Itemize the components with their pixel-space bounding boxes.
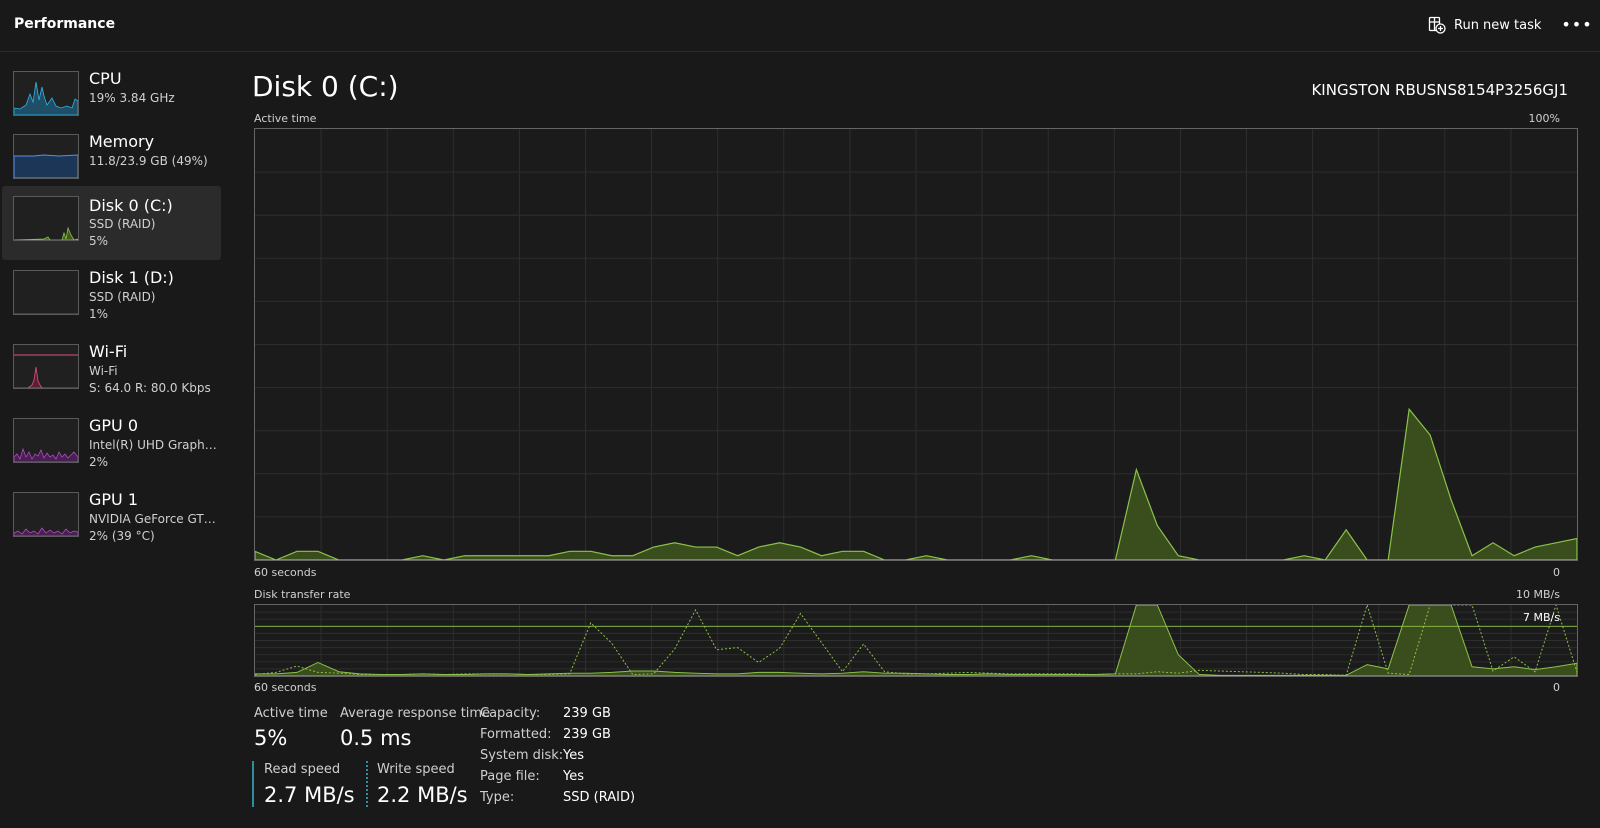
run-task-icon (1428, 16, 1446, 34)
active-time-value: 5% (254, 726, 288, 750)
sidebar-item-name: Memory (89, 132, 155, 151)
type-value: SSD (RAID) (563, 790, 636, 805)
sidebar-item-disk-1[interactable]: Disk 1 (D:) SSD (RAID) 1% (2, 265, 221, 339)
read-speed-value: 2.7 MB/s (264, 783, 355, 807)
formatted-value: 239 GB (563, 727, 611, 742)
capacity-label: Capacity: (480, 706, 541, 721)
sidebar-item-usage: 5% (89, 234, 109, 248)
average-response-value: 0.5 ms (340, 726, 412, 750)
sidebar-item-detail: Intel(R) UHD Graphics 630 (89, 438, 219, 452)
sidebar-item-detail: NVIDIA GeForce GTX 1660 Ti (89, 512, 219, 526)
capacity-value: 239 GB (563, 706, 611, 721)
formatted-label: Formatted: (480, 727, 552, 742)
write-speed-value: 2.2 MB/s (377, 783, 468, 807)
title-bar: Performance Run new task ••• (0, 0, 1600, 52)
sidebar-item-name: Disk 1 (D:) (89, 268, 174, 287)
sidebar-item-gpu-1[interactable]: GPU 1 NVIDIA GeForce GTX 1660 Ti 2% (39 … (2, 487, 221, 561)
device-model: KINGSTON RBUSNS8154P3256GJ1 (1311, 81, 1568, 99)
write-speed-label: Write speed (377, 762, 455, 777)
sidebar-item-disk-0[interactable]: Disk 0 (C:) SSD (RAID) 5% (2, 186, 221, 260)
sidebar-item-name: Wi-Fi (89, 342, 128, 361)
active-time-label: Active time (254, 706, 328, 721)
sidebar-item-usage: 2% (89, 455, 109, 469)
sidebar-item-detail: Wi-Fi (89, 364, 118, 378)
gpu-1-thumbnail-graph (13, 492, 79, 537)
system-disk-value: Yes (563, 748, 584, 763)
sidebar-item-name: CPU (89, 69, 122, 88)
transfer-rate-graph-zero: 0 (1553, 681, 1560, 694)
sidebar-item-detail: SSD (RAID) (89, 217, 156, 231)
write-speed-indicator (366, 761, 368, 807)
run-new-task-button[interactable]: Run new task (1428, 14, 1541, 36)
transfer-rate-reference-label: 7 MB/s (1523, 611, 1560, 624)
sidebar-item-gpu-0[interactable]: GPU 0 Intel(R) UHD Graphics 630 2% (2, 413, 221, 487)
page-file-label: Page file: (480, 769, 540, 784)
sidebar-item-detail: SSD (RAID) (89, 290, 156, 304)
disk-1-thumbnail-graph (13, 270, 79, 315)
active-time-graph-max: 100% (1528, 112, 1560, 125)
run-new-task-label: Run new task (1454, 17, 1542, 33)
sidebar-item-name: GPU 1 (89, 490, 139, 509)
sidebar-item-usage: 1% (89, 307, 109, 321)
active-time-graph-label: Active time (254, 112, 317, 125)
type-label: Type: (480, 790, 515, 805)
read-speed-indicator (252, 761, 254, 807)
sidebar-item-usage: S: 64.0 R: 80.0 Kbps (89, 381, 211, 395)
sidebar-item-detail: 19% 3.84 GHz (89, 91, 175, 105)
average-response-label: Average response time (340, 706, 491, 721)
sidebar-item-usage: 2% (39 °C) (89, 529, 155, 543)
transfer-rate-graph-label: Disk transfer rate (254, 588, 351, 601)
wifi-thumbnail-graph (13, 344, 79, 389)
gpu-0-thumbnail-graph (13, 418, 79, 463)
active-time-graph (254, 128, 1578, 561)
sidebar-item-name: Disk 0 (C:) (89, 196, 173, 215)
disk-0-thumbnail-graph (13, 196, 79, 241)
transfer-rate-graph-max: 10 MB/s (1516, 588, 1560, 601)
transfer-rate-graph-duration: 60 seconds (254, 681, 317, 694)
active-time-graph-zero: 0 (1553, 566, 1560, 579)
active-time-graph-duration: 60 seconds (254, 566, 317, 579)
page-title: Performance (14, 16, 116, 32)
more-options-button[interactable]: ••• (1561, 10, 1592, 38)
device-title: Disk 0 (C:) (252, 70, 399, 103)
sidebar-item-detail: 11.8/23.9 GB (49%) (89, 154, 208, 168)
memory-thumbnail-graph (13, 134, 79, 179)
transfer-rate-graph (254, 604, 1578, 677)
system-disk-label: System disk: (480, 748, 564, 763)
cpu-thumbnail-graph (13, 71, 79, 116)
page-file-value: Yes (563, 769, 584, 784)
sidebar-item-wifi[interactable]: Wi-Fi Wi-Fi S: 64.0 R: 80.0 Kbps (2, 339, 221, 413)
sidebar-item-name: GPU 0 (89, 416, 139, 435)
read-speed-label: Read speed (264, 762, 341, 777)
